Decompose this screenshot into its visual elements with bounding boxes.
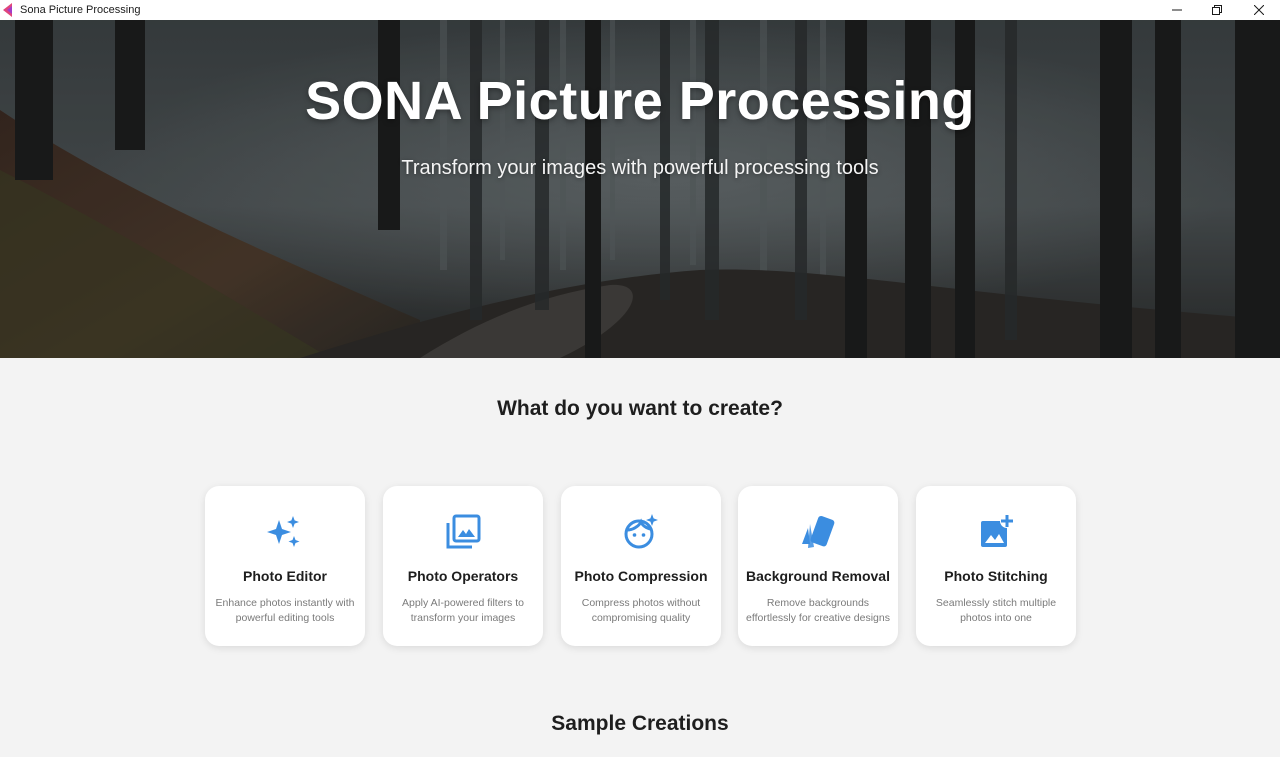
hero-banner: SONA Picture Processing Transform your i… [0,20,1280,358]
card-description: Remove backgrounds effortlessly for crea… [746,597,890,624]
sparkles-icon [267,516,300,547]
hero-title: SONA Picture Processing [305,71,975,131]
hero-subtitle: Transform your images with powerful proc… [401,157,879,179]
feature-cards: Photo Editor Enhance photos instantly wi… [205,486,1076,646]
window-title: Sona Picture Processing [20,4,141,16]
card-title: Photo Stitching [944,568,1048,584]
restore-icon [1212,5,1222,15]
restore-button[interactable] [1197,0,1237,20]
card-description: Seamlessly stitch multiple photos into o… [935,597,1057,624]
card-title: Photo Compression [574,568,708,584]
layers-cards-icon [802,515,835,548]
card-description: Enhance photos instantly with powerful e… [215,597,355,624]
photo-operators-card[interactable]: Photo Operators Apply AI-powered filters… [383,486,543,646]
minimize-icon [1172,9,1182,11]
card-title: Photo Editor [243,568,327,584]
minimize-button[interactable] [1157,0,1197,20]
card-description: Compress photos without compromising qua… [581,597,701,624]
photo-editor-card[interactable]: Photo Editor Enhance photos instantly wi… [205,486,365,646]
close-button[interactable] [1239,0,1279,20]
image-stack-icon [446,514,481,549]
app-logo-icon [3,3,12,17]
card-title: Photo Operators [407,568,519,584]
samples-section-title: Sample Creations [551,712,729,735]
photo-stitching-card[interactable]: Photo Stitching Seamlessly stitch multip… [916,486,1076,646]
card-description: Apply AI-powered filters to transform yo… [402,597,524,624]
face-sparkle-icon [624,514,658,549]
image-add-icon [981,514,1014,547]
create-section-title: What do you want to create? [497,397,783,420]
background-removal-card[interactable]: Background Removal Remove backgrounds ef… [738,486,898,646]
close-icon [1254,5,1264,15]
photo-compression-card[interactable]: Photo Compression Compress photos withou… [561,486,721,646]
window-titlebar: Sona Picture Processing [0,0,1280,20]
card-title: Background Removal [746,568,890,584]
